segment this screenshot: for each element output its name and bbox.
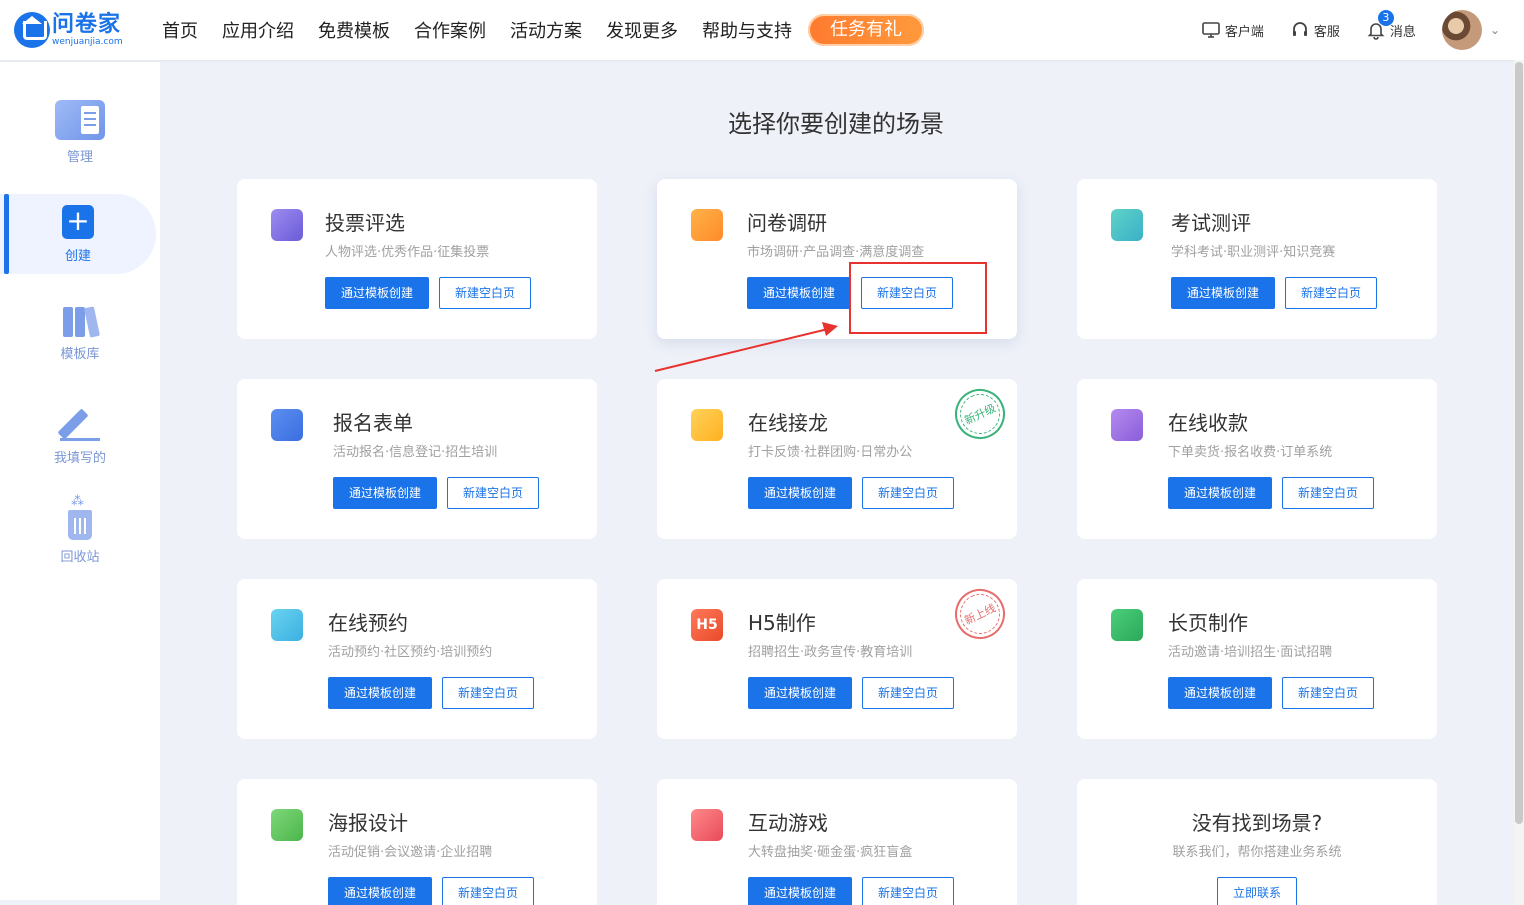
scrollbar-thumb[interactable] [1515, 62, 1523, 824]
annotation-arrow [654, 322, 838, 372]
